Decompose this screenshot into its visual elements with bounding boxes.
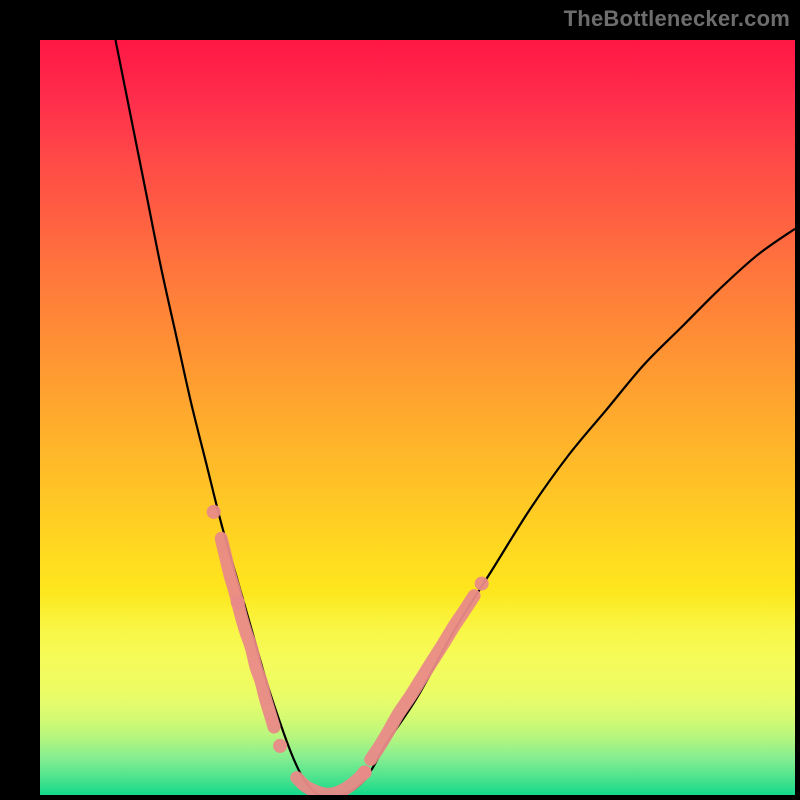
highlight-dot-2 bbox=[273, 739, 287, 753]
bottleneck-curve bbox=[116, 40, 796, 795]
chart-svg bbox=[40, 40, 795, 795]
chart-frame: TheBottlenecker.com bbox=[0, 0, 800, 800]
highlight-dot-1 bbox=[231, 595, 245, 609]
highlight-dot-4 bbox=[475, 577, 489, 591]
watermark-credit: TheBottlenecker.com bbox=[564, 6, 790, 32]
highlight-segment-1 bbox=[297, 772, 365, 794]
highlight-dot-3 bbox=[358, 765, 372, 779]
highlight-segment-0 bbox=[221, 538, 274, 727]
highlight-segment-2 bbox=[371, 596, 474, 760]
highlight-dot-0 bbox=[207, 505, 221, 519]
plot-area bbox=[40, 40, 795, 795]
